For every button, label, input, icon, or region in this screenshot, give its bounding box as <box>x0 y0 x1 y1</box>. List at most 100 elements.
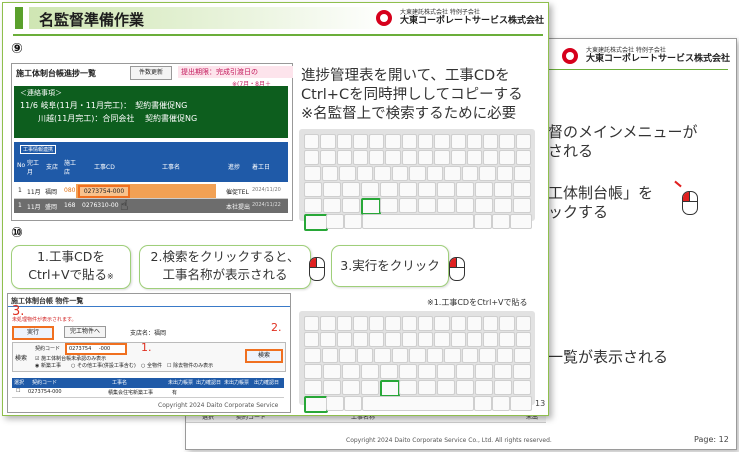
table-row[interactable]: ☐ 0273754-000 積集会住宅新築工事 有 <box>12 388 284 398</box>
ctrl-key <box>304 214 328 231</box>
opt-all[interactable]: ○ 全物件 <box>141 362 162 369</box>
progress-table-header: 工事情報連携 No 完工月 支店 施工店 工事CD 工事名 進捗 着工日 <box>14 142 288 182</box>
keyboard-key <box>483 150 499 165</box>
row-date: 2024/11/20 <box>252 187 281 193</box>
project-cd-cell[interactable]: 0273754-000 <box>78 185 130 198</box>
keyboard-key <box>304 348 321 363</box>
front-page-number: 13 <box>535 399 546 408</box>
keyboard-key <box>461 166 479 181</box>
opt-other-label: その他工事(併設工事含む) <box>76 363 136 369</box>
keyboard-key <box>361 182 379 197</box>
keyboard-key <box>344 396 362 411</box>
keyboard-key <box>418 332 434 347</box>
keyboard-key <box>437 364 455 379</box>
notice-label: ＜連絡事項＞ <box>20 89 62 97</box>
front-slide: 名監督準備作業 大東建託株式会社 特例子会社 大東コーポレートサービス株式会社 … <box>2 2 549 416</box>
keyboard-key <box>401 150 417 165</box>
keyboard-key <box>456 380 474 395</box>
keyboard-key <box>385 150 401 165</box>
execute-button[interactable]: 実行 <box>12 326 54 340</box>
col-no: No <box>17 162 26 169</box>
keyboard-key <box>494 182 512 197</box>
keyboard-key <box>399 380 417 395</box>
keyboard-key <box>304 182 322 197</box>
keyboard-key <box>456 364 474 379</box>
callout-search: 2.検索をクリックすると、 工事名称が表示される <box>139 245 311 289</box>
keyboard-key <box>391 166 409 181</box>
row-progress: 催促TEL <box>226 189 249 196</box>
row-checkbox[interactable]: ☐ <box>16 388 20 394</box>
keyboard-key <box>339 166 356 181</box>
result-table-header: 選択 契約コード 工事名 未出力帳票 出力確認日 未出力帳票 出力確認日 <box>12 378 284 388</box>
keyboard-key <box>450 150 466 165</box>
instruction-9: 進捗管理表を開いて、工事CDを Ctrl+Cを同時押ししてコピーする ※名監督上… <box>301 67 523 124</box>
keyboard-key <box>513 182 531 197</box>
keyboard-key <box>426 348 444 363</box>
col-pending-1: 未出力帳票 <box>168 380 194 386</box>
opt-other[interactable]: ○ その他工事(併設工事含む) <box>71 362 136 369</box>
opt-new-construction[interactable]: ◉ 新築工事 <box>35 362 61 369</box>
back-copyright: Copyright 2024 Daito Corporate Service C… <box>346 437 552 444</box>
notice-area: ＜連絡事項＞ 11/6 岐阜(11月・11月完工)： 契約書催促NG 川越(11… <box>14 86 288 138</box>
opt-unapproved[interactable]: ☑ 施工体制台帳未承認のみ表示 <box>35 355 106 362</box>
mouse-click-icon <box>682 191 698 215</box>
completed-properties-button[interactable]: 完工物件へ <box>64 326 106 338</box>
keyboard-key <box>510 214 532 229</box>
keyboard-key <box>515 332 531 347</box>
keyboard-key <box>513 380 531 395</box>
instruction-9-line-1: 進捗管理表を開いて、工事CDを <box>301 68 510 84</box>
row-shop: 168 <box>64 202 76 209</box>
header-divider <box>13 34 543 36</box>
progress-screenshot: 施工体制台帳進捗一覧 件数更新 提出期限：完成引渡日の ※(7月・8月＋ ＜連絡… <box>11 63 293 221</box>
keyboard-key <box>513 364 531 379</box>
keyboard-key <box>356 166 374 181</box>
branch-label: 支店名：福岡 <box>130 330 167 337</box>
row-shop: 080 <box>64 187 76 194</box>
keyboard-key <box>474 214 492 229</box>
search-screenshot: 施工体制台帳 物件一覧 3. 未処理物件が表示されます。 実行 完工物件へ 支店… <box>7 293 291 413</box>
keyboard-key <box>369 150 385 165</box>
slide-title: 名監督準備作業 <box>39 11 145 29</box>
keyboard-key <box>361 380 379 395</box>
keyboard-key <box>434 316 450 331</box>
keyboard-key <box>499 134 515 149</box>
title-accent <box>15 7 23 29</box>
keyboard-key <box>385 332 401 347</box>
label-1: 1. <box>141 341 152 354</box>
keyboard-key <box>344 214 362 229</box>
keyboard-key <box>466 134 483 149</box>
keyboard-key <box>399 182 417 197</box>
callout-paste-line-1: 1.工事CDを <box>37 249 105 264</box>
keyboard-key <box>466 332 483 347</box>
opt-removed[interactable]: ☐ 除去物件のみ表示 <box>167 362 213 369</box>
contract-code-value: 0273754 <box>69 346 92 352</box>
keyboard-key <box>475 182 493 197</box>
keyboard-key <box>361 364 379 379</box>
contract-code-input[interactable]: 0273754 -000 <box>65 343 127 355</box>
keyboard-key <box>434 332 450 347</box>
keyboard-key <box>352 332 369 347</box>
keyboard-key <box>418 134 434 149</box>
notice-line-2: 川越(11月完工)：合同会社 契約書催促NG <box>38 114 198 123</box>
keyboard-ctrl-c-icon <box>299 129 535 231</box>
keyboard-key <box>499 332 515 347</box>
callout-paste-note: ※ <box>107 272 114 281</box>
keyboard-key <box>361 198 381 215</box>
contract-code-label: 契約コード <box>35 346 61 352</box>
table-row[interactable]: 1 11月 福岡 080 0273754-000 催促TEL 2024/11/2… <box>14 184 288 199</box>
callout-paste-line-2: Ctrl+Vで貼る <box>28 267 108 282</box>
row-cd: 0276310-00 <box>82 202 119 209</box>
keyboard-key <box>475 380 493 395</box>
table-row[interactable]: 1 11月 盛岡 168 0276310-00 本社提出 2024/11/22 <box>14 199 288 213</box>
keyboard-key <box>304 166 321 181</box>
keyboard-key <box>380 182 398 197</box>
table-badge: 工事情報連携 <box>20 145 57 154</box>
update-count-button[interactable]: 件数更新 <box>130 66 172 80</box>
search-button[interactable]: 検索 <box>245 349 283 363</box>
keyboard-key <box>342 380 360 395</box>
row-progress: 本社提出 <box>226 204 251 211</box>
keyboard-key <box>434 134 450 149</box>
keyboard-key <box>323 380 341 395</box>
keyboard-key <box>494 380 512 395</box>
keyboard-key <box>434 150 450 165</box>
